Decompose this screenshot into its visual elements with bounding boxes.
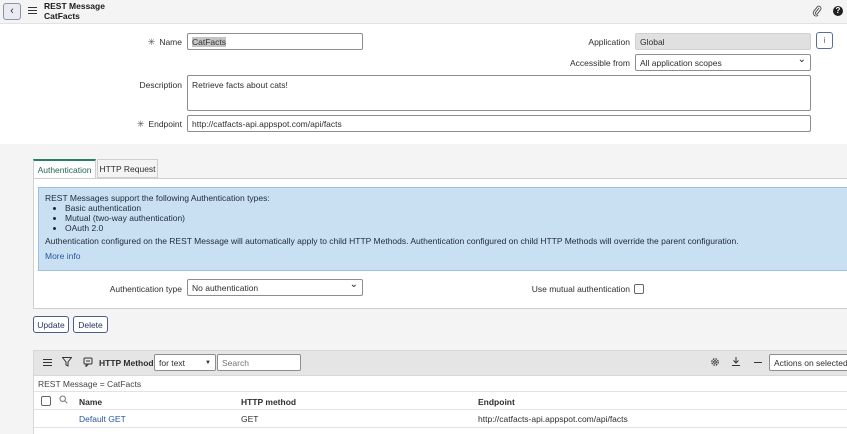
delete-button[interactable]: Delete	[73, 316, 108, 333]
application-label: Application	[588, 37, 630, 47]
description-label: Description	[139, 80, 182, 90]
mandatory-icon: ✳	[147, 37, 156, 47]
list-breadcrumb[interactable]: REST Message = CatFacts	[38, 379, 141, 389]
description-field[interactable]: Retrieve facts about cats!	[187, 75, 811, 111]
accessible-from-label: Accessible from	[570, 58, 630, 68]
filter-field-select[interactable]: for text ▼	[154, 354, 216, 371]
related-list-title: HTTP Methods	[99, 358, 159, 368]
update-button[interactable]: Update	[33, 316, 69, 333]
method-http-method: GET	[241, 414, 259, 424]
auth-types-list: Basic authentication Mutual (two-way aut…	[45, 203, 841, 233]
record-name: CatFacts	[44, 10, 80, 21]
more-info-link[interactable]: More info	[45, 251, 841, 261]
mandatory-icon: ✳	[136, 119, 145, 129]
record-title: REST Message CatFacts	[44, 1, 105, 21]
application-field: Global	[635, 33, 811, 50]
auth-type-label: Authentication type	[109, 284, 182, 294]
name-value: CatFacts	[192, 36, 227, 47]
row-divider	[34, 409, 847, 410]
name-field[interactable]: CatFacts	[187, 33, 363, 50]
column-header-http-method[interactable]: HTTP method	[241, 397, 296, 407]
help-icon[interactable]: ?	[833, 6, 843, 16]
name-label: ✳ Name	[147, 37, 182, 47]
paperclip-icon[interactable]	[812, 5, 822, 17]
select-all-checkbox[interactable]	[41, 396, 51, 406]
info-button[interactable]: i	[816, 32, 833, 49]
record-header	[0, 0, 847, 24]
caret-down-icon: ▼	[205, 359, 211, 366]
auth-info-notice: REST Messages support the following Auth…	[38, 187, 847, 271]
column-header-name[interactable]: Name	[79, 397, 102, 407]
endpoint-label: ✳ Endpoint	[136, 119, 182, 129]
search-icon[interactable]	[59, 395, 68, 406]
menu-icon[interactable]	[28, 5, 37, 15]
endpoint-field[interactable]: http://catfacts-api.appspot.com/api/fact…	[187, 115, 811, 132]
settings-icon[interactable]	[710, 357, 720, 369]
tab-http-request[interactable]: HTTP Request	[97, 159, 158, 178]
auth-note-text: Authentication configured on the REST Me…	[45, 236, 739, 246]
related-list-table	[33, 376, 847, 434]
mutual-auth-checkbox[interactable]	[634, 284, 644, 294]
filter-icon[interactable]	[61, 357, 73, 369]
accessible-from-select[interactable]: All application scopes	[635, 54, 811, 71]
comment-icon[interactable]	[83, 357, 93, 369]
tab-authentication[interactable]: Authentication	[33, 159, 96, 178]
actions-select[interactable]: Actions on selected r	[769, 354, 847, 371]
row-divider	[34, 391, 847, 392]
mutual-auth-label: Use mutual authentication	[531, 284, 630, 294]
auth-intro-text: REST Messages support the following Auth…	[45, 193, 270, 203]
list-item: Basic authentication	[65, 203, 841, 213]
chevron-left-icon: ‹	[10, 5, 14, 17]
list-item: Mutual (two-way authentication)	[65, 213, 841, 223]
back-button[interactable]: ‹	[3, 3, 21, 20]
auth-type-select[interactable]: No authentication	[187, 279, 363, 296]
column-header-endpoint[interactable]: Endpoint	[478, 397, 515, 407]
row-divider	[34, 427, 847, 428]
filter-field-value: for text	[159, 357, 185, 368]
collapse-icon[interactable]	[754, 362, 762, 363]
list-menu-icon[interactable]	[43, 358, 52, 366]
list-item: OAuth 2.0	[65, 223, 841, 233]
search-input[interactable]	[217, 354, 301, 371]
method-name-link[interactable]: Default GET	[79, 414, 126, 424]
download-icon[interactable]	[731, 356, 741, 369]
info-icon: i	[823, 36, 826, 45]
method-endpoint: http://catfacts-api.appspot.com/api/fact…	[478, 414, 628, 424]
